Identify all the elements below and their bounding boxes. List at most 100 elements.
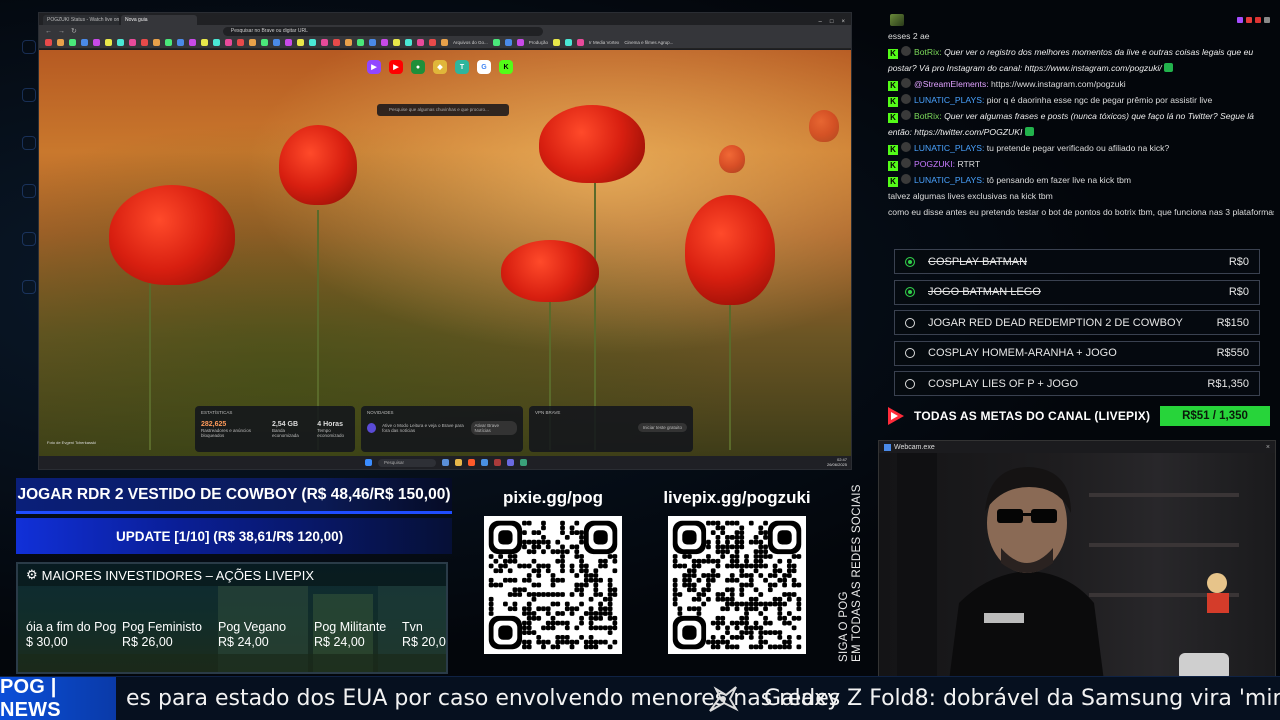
bookmark-icon[interactable] — [81, 39, 88, 46]
taskview-icon[interactable] — [442, 459, 449, 466]
bot-badge-icon — [901, 110, 911, 120]
ticker-headline: Galaxy Z Fold8: dobrável da Samsung vira… — [764, 686, 1280, 711]
chat-username[interactable]: BotRix: — [914, 111, 942, 121]
bookmark-icon[interactable] — [189, 39, 196, 46]
vpn-label: VPN BRAVE — [535, 410, 561, 415]
google-icon[interactable]: G — [477, 60, 491, 74]
browser-tab[interactable]: POGZUKI Status - Watch live on Kick — [43, 15, 119, 25]
bookmark-icon[interactable] — [504, 39, 512, 46]
maximize-icon[interactable]: □ — [830, 19, 834, 25]
bookmark-icon[interactable] — [117, 39, 124, 46]
vpn-trial-button[interactable]: Iniciar teste gratuito — [637, 423, 687, 432]
chat-username[interactable]: LUNATIC_PLAYS: — [914, 175, 984, 185]
badge-icon — [1237, 17, 1243, 23]
reload-icon[interactable]: ↻ — [71, 27, 77, 35]
bookmark-icon[interactable] — [492, 39, 500, 46]
new-tab-search-input[interactable]: Pesquise que algumas chuvinhas e que pro… — [377, 104, 509, 116]
bookmark-icon[interactable] — [393, 39, 400, 46]
chat-username[interactable]: POGZUKI: — [914, 159, 955, 169]
kick-icon[interactable]: K — [499, 60, 513, 74]
close-icon[interactable]: × — [841, 19, 845, 25]
qr-code-pixie[interactable] — [484, 516, 622, 654]
bookmark-icon[interactable] — [237, 39, 244, 46]
address-row: ← → ↻ Pesquisar no Brave ou digitar URL — [39, 25, 851, 37]
file-explorer-icon[interactable] — [455, 459, 462, 466]
bookmark-icon[interactable] — [321, 39, 328, 46]
bookmark-label[interactable]: Produção — [529, 40, 548, 45]
bookmark-icon[interactable] — [516, 39, 524, 46]
bookmark-icon[interactable] — [57, 39, 64, 46]
bookmark-label[interactable]: Ir Media Vortex — [589, 40, 619, 45]
chat-message: esses 2 ae — [884, 28, 1274, 44]
bookmark-icon[interactable] — [177, 39, 184, 46]
bookmark-icon[interactable] — [429, 39, 436, 46]
bookmark-icon[interactable] — [309, 39, 316, 46]
bookmark-label[interactable]: Cinema e filmes Agrup... — [624, 40, 673, 45]
chat-username[interactable]: @StreamElements: — [914, 79, 989, 89]
bookmark-icon[interactable] — [261, 39, 268, 46]
bookmark-icon[interactable] — [153, 39, 160, 46]
chat-message: K LUNATIC_PLAYS: pior q é daorinha esse n… — [884, 92, 1274, 108]
bookmark-icon[interactable] — [225, 39, 232, 46]
bookmark-icon[interactable] — [285, 39, 292, 46]
bookmark-label[interactable]: Arquivos do Go... — [453, 40, 488, 45]
app-icon[interactable] — [520, 459, 527, 466]
windows-taskbar: Pesquisar 02:47 26/06/2025 — [39, 456, 851, 469]
minimize-icon[interactable]: – — [819, 19, 822, 25]
brave-icon[interactable] — [468, 459, 475, 466]
bookmark-icon[interactable] — [405, 39, 412, 46]
goals-title: TODAS AS METAS DO CANAL (LIVEPIX) — [914, 409, 1151, 423]
chat-username[interactable]: LUNATIC_PLAYS: — [914, 95, 984, 105]
activate-news-button[interactable]: Ativar Brave Notícias — [470, 421, 517, 435]
bookmark-icon[interactable] — [141, 39, 148, 46]
qr-code-livepix[interactable] — [668, 516, 806, 654]
browser-tab-active[interactable]: Nova guia — [121, 15, 197, 25]
bookmark-icon[interactable] — [565, 39, 573, 46]
bookmark-icon[interactable] — [441, 39, 448, 46]
qr-right-title: livepix.gg/pogzuki — [663, 488, 811, 507]
chat-username[interactable]: LUNATIC_PLAYS: — [914, 143, 984, 153]
bookmark-icon[interactable] — [297, 39, 304, 46]
site-icon[interactable]: ◆ — [433, 60, 447, 74]
site-icon[interactable]: ● — [411, 60, 425, 74]
bookmark-icon[interactable] — [345, 39, 352, 46]
bookmark-icon[interactable] — [417, 39, 424, 46]
bookmark-icon[interactable] — [381, 39, 388, 46]
twitch-icon[interactable]: ▶ — [367, 60, 381, 74]
bookmark-icon[interactable] — [129, 39, 136, 46]
investor-entry: Tvn R$ 20,00 — [402, 620, 446, 650]
bookmark-icon[interactable] — [333, 39, 340, 46]
goal-pending-icon — [905, 348, 915, 358]
top-investors-panel: ⚙ MAIORES INVESTIDORES – AÇÕES LIVEPIX ó… — [16, 562, 448, 674]
bookmark-icon[interactable] — [213, 39, 220, 46]
bookmark-icon[interactable] — [165, 39, 172, 46]
goal-item: COSPLAY LIES OF P + JOGO R$1,350 — [894, 371, 1260, 396]
bookmark-icon[interactable] — [249, 39, 256, 46]
bookmark-icon[interactable] — [93, 39, 100, 46]
close-icon[interactable]: × — [1266, 444, 1270, 451]
back-icon[interactable]: ← — [45, 28, 52, 35]
chat-username[interactable]: BotRix: — [914, 47, 942, 57]
site-icon[interactable]: T — [455, 60, 469, 74]
address-bar[interactable]: Pesquisar no Brave ou digitar URL — [222, 26, 543, 36]
bookmark-icon[interactable] — [273, 39, 280, 46]
youtube-icon[interactable]: ▶ — [389, 60, 403, 74]
bookmark-icon[interactable] — [357, 39, 364, 46]
bookmark-icon[interactable] — [69, 39, 76, 46]
bookmark-icon[interactable] — [105, 39, 112, 46]
app-icon[interactable] — [507, 459, 514, 466]
app-icon[interactable] — [481, 459, 488, 466]
bookmark-icon[interactable] — [553, 39, 561, 46]
photo-credit: Foto de Evgeni Tcherkasski — [47, 440, 96, 445]
bookmark-icon[interactable] — [201, 39, 208, 46]
windows-start-icon[interactable] — [365, 459, 372, 466]
bookmark-icon[interactable] — [45, 39, 52, 46]
taskbar-search[interactable]: Pesquisar — [378, 458, 436, 467]
channel-avatar — [890, 14, 904, 26]
forward-icon[interactable]: → — [58, 28, 65, 35]
bookmark-icon[interactable] — [577, 39, 585, 46]
app-icon[interactable] — [494, 459, 501, 466]
kick-badge-icon: K — [888, 145, 898, 155]
bookmark-icon[interactable] — [369, 39, 376, 46]
chat-message: K @StreamElements: https://www.instagram.… — [884, 76, 1274, 92]
